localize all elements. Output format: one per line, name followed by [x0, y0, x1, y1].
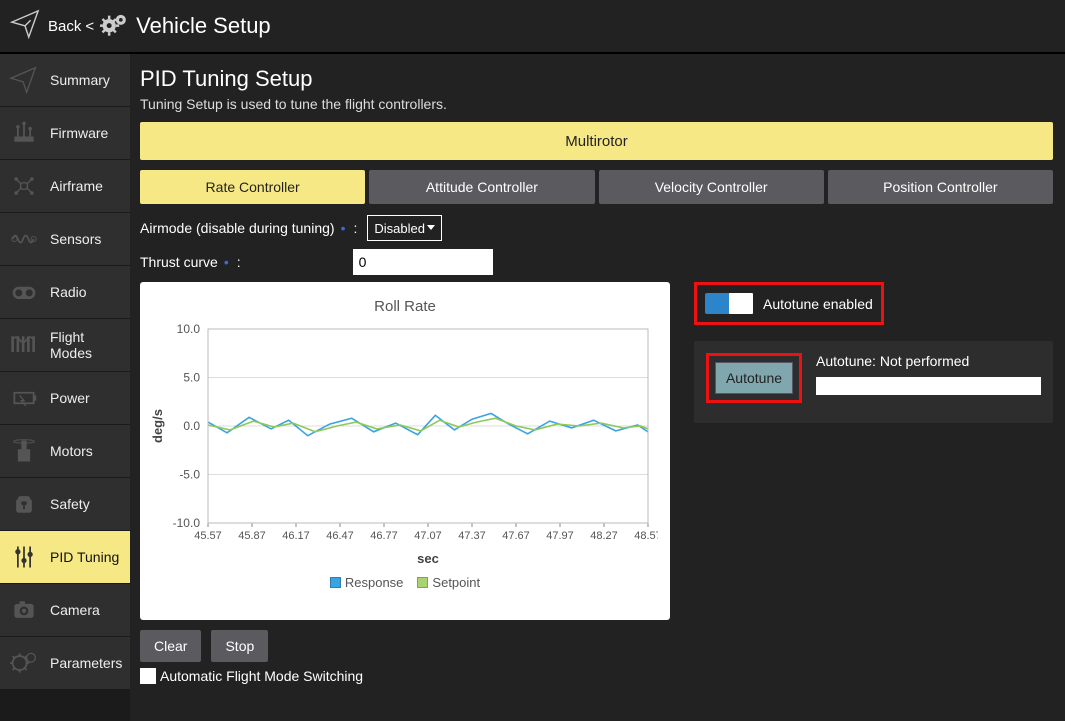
sidebar-icon: [6, 645, 42, 681]
sidebar-item-firmware[interactable]: Firmware: [0, 107, 130, 160]
sidebar-item-parameters[interactable]: Parameters: [0, 637, 130, 690]
sidebar-icon: [6, 380, 42, 416]
controller-tabs: Rate ControllerAttitude ControllerVeloci…: [140, 170, 1053, 204]
autotune-progress-bar: [816, 377, 1041, 395]
autotune-enable-toggle[interactable]: [705, 293, 753, 314]
sidebar-item-label: Camera: [50, 602, 100, 618]
sidebar-icon: [6, 592, 42, 628]
svg-text:47.67: 47.67: [502, 530, 530, 542]
tab-position-controller[interactable]: Position Controller: [828, 170, 1053, 204]
highlight-box-toggle: Autotune enabled: [694, 282, 884, 325]
auto-flight-mode-label: Automatic Flight Mode Switching: [160, 668, 363, 684]
sidebar-item-label: Summary: [50, 72, 110, 88]
chart-title: Roll Rate: [148, 298, 662, 315]
sidebar-item-label: Radio: [50, 284, 87, 300]
main-panel: PID Tuning Setup Tuning Setup is used to…: [130, 54, 1065, 721]
sidebar-item-label: Safety: [50, 496, 90, 512]
sidebar-item-power[interactable]: Power: [0, 372, 130, 425]
sidebar: Summary Firmware Airframe Sensors Radio Fligh…: [0, 54, 130, 721]
auto-flight-mode-checkbox[interactable]: [140, 668, 156, 684]
sidebar-item-flight-modes[interactable]: Flight Modes: [0, 319, 130, 372]
sidebar-item-label: Sensors: [50, 231, 101, 247]
svg-text:48.57: 48.57: [634, 530, 658, 542]
svg-text:47.37: 47.37: [458, 530, 486, 542]
sidebar-item-airframe[interactable]: Airframe: [0, 160, 130, 213]
page-subheading: Tuning Setup is used to tune the flight …: [140, 96, 1053, 112]
autotune-button[interactable]: Autotune: [715, 362, 793, 394]
page-title-top: Vehicle Setup: [136, 13, 271, 39]
sidebar-item-label: Firmware: [50, 125, 108, 141]
sidebar-icon: [6, 221, 42, 257]
svg-text:47.97: 47.97: [546, 530, 574, 542]
chart-plot-area: -10.0 -5.0 0.0 5.0 10.0 45.57 45.87 46.17 46.47 4…: [148, 319, 658, 569]
airmode-select[interactable]: Disabled: [367, 215, 442, 241]
svg-text:5.0: 5.0: [183, 371, 200, 385]
sidebar-item-summary[interactable]: Summary: [0, 54, 130, 107]
sidebar-item-radio[interactable]: Radio: [0, 266, 130, 319]
sidebar-icon: [6, 433, 42, 469]
chevron-down-icon: [427, 225, 435, 230]
sidebar-item-label: Motors: [50, 443, 93, 459]
highlight-box-button: Autotune: [706, 353, 802, 403]
settings-gears-icon: [100, 10, 130, 43]
sidebar-item-pid-tuning[interactable]: PID Tuning: [0, 531, 130, 584]
chart-legend: Response Setpoint: [148, 575, 662, 590]
sidebar-icon: [6, 539, 42, 575]
back-button[interactable]: Back: [48, 18, 81, 35]
svg-text:46.77: 46.77: [370, 530, 398, 542]
sidebar-icon: [6, 62, 42, 98]
sidebar-icon: [6, 115, 42, 151]
svg-text:48.27: 48.27: [590, 530, 618, 542]
sidebar-icon: [6, 274, 42, 310]
sidebar-item-motors[interactable]: Motors: [0, 425, 130, 478]
page-heading: PID Tuning Setup: [140, 66, 1053, 92]
airmode-label: Airmode (disable during tuning): [140, 220, 335, 236]
autotune-status: Autotune: Not performed: [816, 353, 1041, 369]
sidebar-item-camera[interactable]: Camera: [0, 584, 130, 637]
svg-text:-5.0: -5.0: [179, 468, 200, 482]
sidebar-item-label: Parameters: [50, 655, 122, 671]
svg-text:-10.0: -10.0: [173, 516, 201, 530]
stop-button[interactable]: Stop: [211, 630, 268, 662]
thrust-curve-label: Thrust curve: [140, 254, 218, 270]
tab-velocity-controller[interactable]: Velocity Controller: [599, 170, 824, 204]
svg-text:sec: sec: [417, 551, 439, 566]
svg-text:deg/s: deg/s: [150, 409, 165, 443]
svg-text:46.47: 46.47: [326, 530, 354, 542]
sidebar-item-label: Airframe: [50, 178, 103, 194]
sidebar-item-label: Flight Modes: [50, 329, 130, 361]
tab-attitude-controller[interactable]: Attitude Controller: [369, 170, 594, 204]
svg-text:47.07: 47.07: [414, 530, 442, 542]
autotune-toggle-label: Autotune enabled: [763, 296, 873, 312]
svg-text:10.0: 10.0: [177, 322, 201, 336]
tab-rate-controller[interactable]: Rate Controller: [140, 170, 365, 204]
back-chevron: <: [85, 18, 94, 35]
svg-text:45.57: 45.57: [194, 530, 222, 542]
sidebar-item-label: PID Tuning: [50, 549, 119, 565]
svg-text:46.17: 46.17: [282, 530, 310, 542]
svg-text:45.87: 45.87: [238, 530, 266, 542]
sidebar-item-label: Power: [50, 390, 90, 406]
legend-swatch-setpoint: [417, 577, 428, 588]
svg-text:0.0: 0.0: [183, 419, 200, 433]
vehicle-type-banner[interactable]: Multirotor: [140, 122, 1053, 160]
clear-button[interactable]: Clear: [140, 630, 201, 662]
sidebar-icon: [6, 327, 42, 363]
app-icon: [10, 9, 40, 44]
legend-swatch-response: [330, 577, 341, 588]
sidebar-item-sensors[interactable]: Sensors: [0, 213, 130, 266]
chart-roll-rate: Roll Rate -10.0 -5.0 0.0 5.0 10.0 45.57 45.87 4…: [140, 282, 670, 620]
sidebar-icon: [6, 486, 42, 522]
autotune-panel: Autotune Autotune: Not performed: [694, 341, 1053, 423]
sidebar-icon: [6, 168, 42, 204]
thrust-curve-input[interactable]: 0: [353, 249, 493, 275]
sidebar-item-safety[interactable]: Safety: [0, 478, 130, 531]
